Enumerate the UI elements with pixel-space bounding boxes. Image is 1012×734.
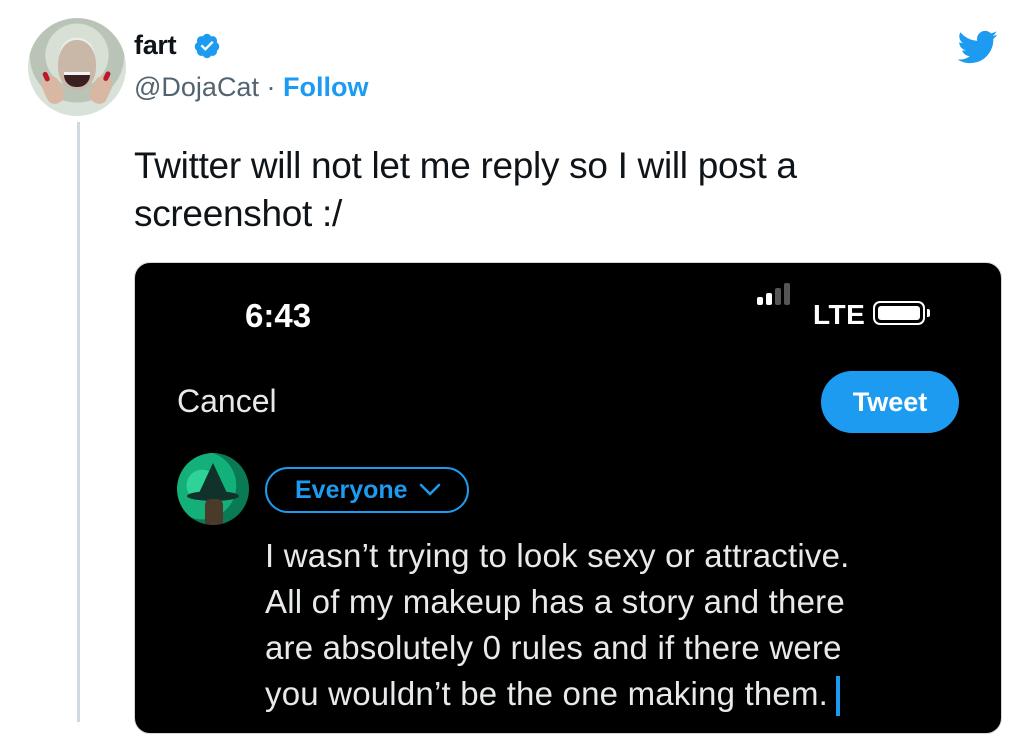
author-meta-row: @DojaCat · Follow bbox=[134, 72, 368, 103]
verified-badge-icon bbox=[194, 33, 220, 59]
compose-text-area[interactable]: I wasn’t trying to look sexy or attracti… bbox=[265, 533, 985, 717]
author-display-name[interactable]: fart bbox=[134, 30, 177, 61]
audience-label: Everyone bbox=[295, 476, 408, 504]
tweet-button[interactable]: Tweet bbox=[821, 371, 959, 433]
author-handle[interactable]: @DojaCat bbox=[134, 72, 259, 102]
audience-selector[interactable]: Everyone bbox=[265, 467, 469, 513]
compose-text-line: you wouldn’t be the one making them. bbox=[265, 671, 985, 717]
thread-line bbox=[77, 122, 80, 722]
compose-text-line: are absolutely 0 rules and if there were bbox=[265, 629, 842, 666]
tweet-image-screenshot[interactable]: 6:43 LTE Cancel Tweet Everyone I wasn’t … bbox=[134, 262, 1002, 734]
separator-dot: · bbox=[266, 72, 276, 102]
author-avatar[interactable] bbox=[28, 18, 126, 116]
compose-avatar bbox=[177, 453, 249, 525]
compose-text-line-last: you wouldn’t be the one making them. bbox=[265, 675, 829, 712]
twitter-bird-icon[interactable] bbox=[952, 26, 1002, 68]
tweet-text: Twitter will not let me reply so I will … bbox=[134, 145, 797, 234]
text-cursor bbox=[836, 676, 841, 717]
compose-text-line: I wasn’t trying to look sexy or attracti… bbox=[265, 537, 850, 574]
chevron-down-icon bbox=[419, 483, 441, 496]
battery-icon bbox=[873, 301, 925, 325]
follow-button[interactable]: Follow bbox=[283, 72, 368, 102]
cancel-button[interactable]: Cancel bbox=[177, 383, 277, 420]
battery-cap bbox=[927, 309, 930, 317]
compose-text-line: All of my makeup has a story and there bbox=[265, 583, 845, 620]
status-bar-time: 6:43 bbox=[245, 297, 312, 334]
network-type: LTE bbox=[813, 299, 866, 330]
